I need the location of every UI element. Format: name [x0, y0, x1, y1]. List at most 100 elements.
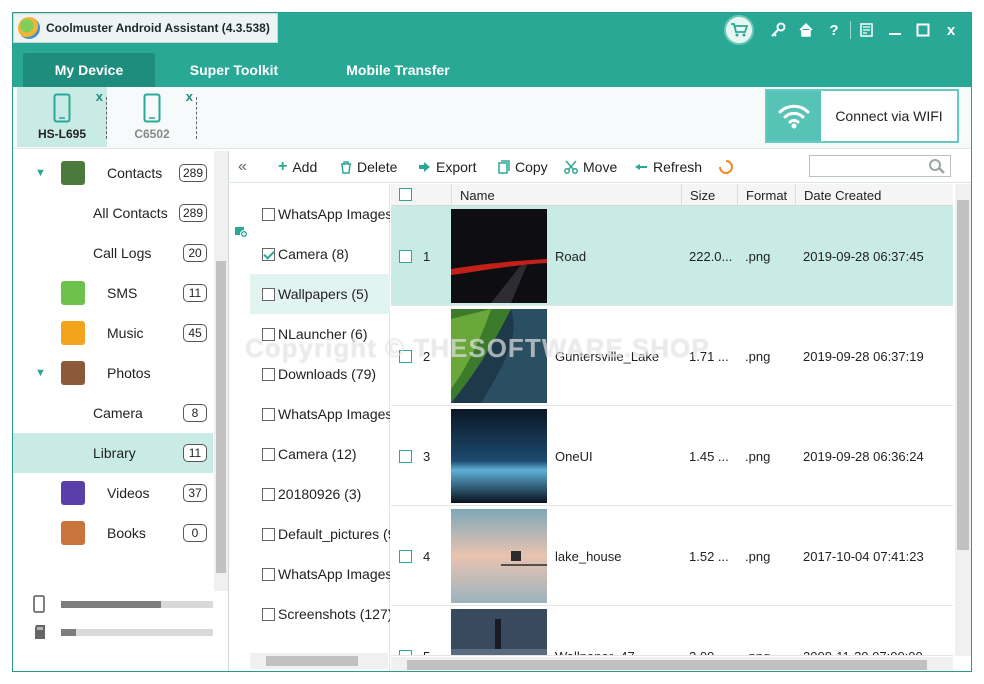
photo-thumbnail[interactable]	[451, 309, 547, 403]
table-row[interactable]: 2 Guntersville_Lake 1.71 ... .png 2019-0…	[391, 306, 953, 406]
album-item[interactable]: WhatsApp Images (	[250, 394, 390, 434]
album-checkbox[interactable]	[262, 527, 275, 541]
row-number: 1	[423, 248, 431, 264]
album-label: Wallpapers (5)	[278, 286, 369, 302]
album-item[interactable]: Camera (8)	[250, 234, 390, 274]
sidebar-item-sms[interactable]: SMS 11	[13, 273, 213, 313]
add-album-icon[interactable]	[234, 224, 248, 238]
minimize-icon[interactable]	[881, 16, 909, 44]
column-format[interactable]: Format	[737, 184, 795, 206]
album-item[interactable]: 20180926 (3)	[250, 474, 390, 514]
photo-thumbnail[interactable]	[451, 209, 547, 303]
connect-wifi-button[interactable]: Connect via WIFI	[765, 89, 959, 143]
move-button[interactable]: Move	[564, 157, 617, 177]
album-item[interactable]: Default_pictures (9)	[250, 514, 390, 554]
row-date: 2008-11-30 07:00:00	[803, 648, 923, 656]
sidebar-item-camera[interactable]: Camera 8	[13, 393, 213, 433]
table-row[interactable]: 1 Road 222.0... .png 2019-09-28 06:37:45	[391, 206, 953, 306]
row-checkbox[interactable]	[399, 650, 412, 655]
tab-label: Super Toolkit	[189, 62, 279, 78]
sidebar-item-all-contacts[interactable]: All Contacts 289	[13, 193, 213, 233]
column-size[interactable]: Size	[681, 184, 737, 206]
album-checkbox[interactable]	[262, 487, 275, 501]
phone-storage-bar	[61, 600, 213, 608]
album-item[interactable]: WhatsApp Images (	[250, 194, 390, 234]
sidebar-item-videos[interactable]: Videos 37	[13, 473, 213, 513]
close-icon[interactable]: x	[937, 16, 965, 44]
album-item[interactable]: NLauncher (6)	[250, 314, 390, 354]
album-checkbox[interactable]	[262, 327, 275, 341]
cart-icon[interactable]	[724, 15, 754, 45]
copy-label: Copy	[515, 159, 548, 175]
photo-thumbnail[interactable]	[451, 609, 547, 656]
sidebar-scrollbar[interactable]	[214, 151, 228, 591]
register-icon[interactable]	[853, 16, 881, 44]
loading-spinner-icon	[718, 157, 734, 177]
album-checkbox[interactable]	[262, 607, 275, 621]
album-checkbox[interactable]	[262, 567, 275, 581]
device-c6502[interactable]: C6502 x	[107, 87, 197, 147]
device-hs-l695[interactable]: HS-L695 x	[17, 87, 107, 147]
expand-caret-icon[interactable]: ▼	[35, 167, 46, 179]
album-item[interactable]: WhatsApp Images (	[250, 554, 390, 594]
copy-button[interactable]: Copy	[498, 157, 548, 177]
select-all-checkbox[interactable]	[399, 188, 412, 201]
search-icon[interactable]	[928, 158, 946, 174]
table-hscrollbar-thumb[interactable]	[407, 660, 927, 670]
row-checkbox[interactable]	[399, 450, 412, 463]
album-checkbox[interactable]	[262, 207, 275, 221]
album-label: Default_pictures (9)	[278, 526, 390, 542]
maximize-icon[interactable]	[909, 16, 937, 44]
tab-super-toolkit[interactable]: Super Toolkit	[165, 53, 303, 87]
album-checkbox[interactable]	[262, 447, 275, 461]
sidebar-item-books[interactable]: Books 0	[13, 513, 213, 553]
table-row[interactable]: 5 Wallpaper_47 2.09 ... .png 2008-11-30 …	[391, 606, 953, 656]
album-checkbox[interactable]	[262, 407, 275, 421]
table-vscrollbar[interactable]	[955, 184, 971, 656]
photo-thumbnail[interactable]	[451, 409, 547, 503]
column-date-created[interactable]: Date Created	[795, 184, 953, 206]
table-vscrollbar-thumb[interactable]	[957, 200, 969, 550]
table-hscrollbar[interactable]	[391, 657, 953, 671]
sidebar-scrollbar-thumb[interactable]	[216, 261, 226, 573]
search-input[interactable]	[814, 157, 926, 175]
collapse-icon[interactable]: «	[238, 157, 247, 177]
table-row[interactable]: 3 OneUI 1.45 ... .png 2019-09-28 06:36:2…	[391, 406, 953, 506]
album-hscrollbar[interactable]	[250, 653, 388, 669]
table-row[interactable]: 4 lake_house 1.52 ... .png 2017-10-04 07…	[391, 506, 953, 606]
sidebar-item-music[interactable]: Music 45	[13, 313, 213, 353]
row-checkbox[interactable]	[399, 550, 412, 563]
row-checkbox[interactable]	[399, 250, 412, 263]
photo-thumbnail[interactable]	[451, 509, 547, 603]
key-icon[interactable]	[764, 16, 792, 44]
row-checkbox[interactable]	[399, 350, 412, 363]
album-item[interactable]: Camera (12)	[250, 434, 390, 474]
album-checkbox[interactable]	[262, 287, 275, 301]
album-checkbox[interactable]	[262, 247, 275, 261]
tab-mobile-transfer[interactable]: Mobile Transfer	[323, 53, 473, 87]
album-item[interactable]: Wallpapers (5)	[250, 274, 390, 314]
column-name[interactable]: Name	[451, 184, 681, 206]
sidebar-item-label: Library	[93, 445, 136, 461]
sidebar-item-library[interactable]: Library 11	[13, 433, 213, 473]
album-checkbox[interactable]	[262, 367, 275, 381]
refresh-button[interactable]: Refresh	[634, 157, 702, 177]
sidebar-item-contacts[interactable]: ▼ Contacts 289	[13, 153, 213, 193]
home-icon[interactable]	[792, 16, 820, 44]
refresh-icon	[635, 164, 647, 170]
row-name: Wallpaper_47	[555, 648, 635, 656]
copy-icon	[498, 160, 510, 174]
album-hscrollbar-thumb[interactable]	[266, 656, 358, 666]
device-close-icon[interactable]: x	[96, 89, 103, 104]
help-icon[interactable]: ?	[820, 16, 848, 44]
sidebar-item-call-logs[interactable]: Call Logs 20	[13, 233, 213, 273]
album-item[interactable]: Downloads (79)	[250, 354, 390, 394]
add-button[interactable]: + Add	[278, 157, 317, 177]
sidebar-item-photos[interactable]: ▼ Photos	[13, 353, 213, 393]
export-button[interactable]: Export	[418, 157, 476, 177]
device-close-icon[interactable]: x	[186, 89, 193, 104]
delete-button[interactable]: Delete	[340, 157, 397, 177]
expand-caret-icon[interactable]: ▼	[35, 367, 46, 379]
tab-my-device[interactable]: My Device	[23, 53, 155, 87]
album-item[interactable]: Screenshots (127)	[250, 594, 390, 634]
